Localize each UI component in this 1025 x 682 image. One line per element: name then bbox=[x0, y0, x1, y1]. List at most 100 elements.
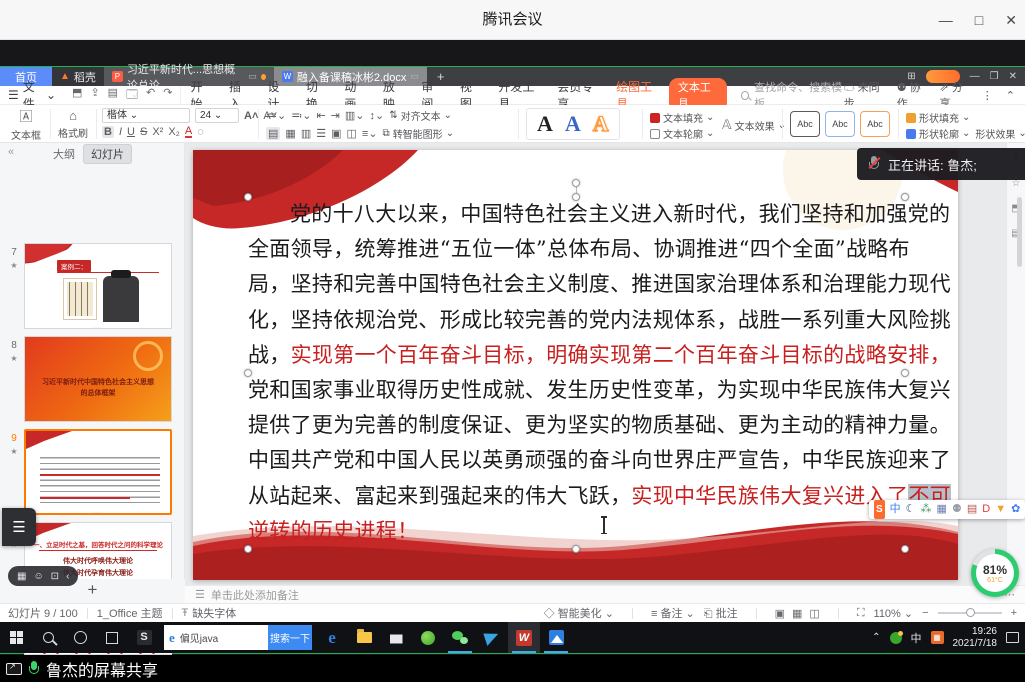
underline-button[interactable]: U bbox=[127, 126, 135, 138]
maximize-icon[interactable]: □ bbox=[975, 12, 983, 28]
ime-skin-icon[interactable]: ▼ bbox=[995, 500, 1006, 519]
pinned-app-button[interactable]: S bbox=[128, 622, 160, 653]
slide-thumbnail-9-current[interactable] bbox=[24, 429, 172, 515]
zoom-level[interactable]: 110% ⌄ bbox=[874, 607, 914, 620]
zoom-out-icon[interactable]: − bbox=[922, 607, 928, 619]
font-color-button[interactable]: A bbox=[185, 126, 192, 138]
wordart-style-black[interactable]: A bbox=[537, 111, 553, 137]
taskbar-clock[interactable]: 19:26 2021/7/18 bbox=[953, 626, 998, 650]
text-fill-button[interactable]: 文本填充 ⌄ bbox=[650, 110, 714, 125]
italic-button[interactable]: I bbox=[119, 126, 122, 138]
beautify-button[interactable]: ◇ 智能美化 ⌄ bbox=[544, 605, 614, 621]
undo-icon[interactable]: ↶ bbox=[146, 86, 155, 105]
shape-style-2[interactable]: Abc bbox=[825, 111, 855, 137]
align-right-icon[interactable]: ▥ bbox=[301, 127, 311, 140]
resize-handle-bm[interactable] bbox=[572, 545, 580, 553]
slide-text-body[interactable]: 党的十八大以来，中国特色社会主义进入新时代，我们坚持和加强党的全面领导，统筹推进… bbox=[248, 197, 906, 549]
redo-icon[interactable]: ↷ bbox=[163, 86, 172, 105]
zoom-in-icon[interactable]: + bbox=[1011, 607, 1017, 619]
increase-font-icon[interactable]: A˄ bbox=[244, 110, 258, 122]
taskbar-search-button[interactable] bbox=[32, 622, 64, 653]
resize-handle-tm[interactable] bbox=[572, 193, 580, 201]
ime-user-icon[interactable]: ⚉ bbox=[952, 500, 962, 519]
strikethrough-button[interactable]: S bbox=[140, 126, 147, 138]
slide-thumbnail-7[interactable]: 案例二： bbox=[24, 243, 172, 329]
ime-d-icon[interactable]: D bbox=[982, 500, 990, 519]
monitor-icon[interactable]: ⊡ bbox=[51, 571, 59, 582]
resize-handle-br[interactable] bbox=[901, 545, 909, 553]
tab-slides[interactable]: 幻灯片 bbox=[83, 144, 132, 164]
subscript-button[interactable]: X₂ bbox=[168, 126, 180, 138]
notes-toggle[interactable]: ≡ 备注 ⌄ bbox=[651, 605, 695, 621]
resize-handle-bl[interactable] bbox=[244, 545, 252, 553]
normal-view-icon[interactable]: ▣ bbox=[775, 607, 785, 620]
justify-icon[interactable]: ☰ bbox=[316, 127, 326, 140]
align-text-button[interactable]: ⇅对齐文本 ⌄ bbox=[389, 108, 452, 123]
ime-settings-icon[interactable]: ✿ bbox=[1011, 500, 1020, 519]
smart-graphic-button[interactable]: ⧉转智能图形 ⌄ bbox=[383, 126, 455, 141]
shape-fill-button[interactable]: 形状填充 ⌄ bbox=[906, 110, 970, 125]
shape-effect-button[interactable]: 形状效果 ⌄ bbox=[975, 126, 1025, 141]
zoom-slider-knob[interactable] bbox=[966, 608, 975, 617]
columns-icon[interactable]: ◫ bbox=[347, 127, 357, 140]
decrease-indent-icon[interactable]: ⇤ bbox=[316, 109, 325, 122]
bold-button[interactable]: B bbox=[102, 126, 114, 138]
textbox-group[interactable]: 🄰文本框 bbox=[4, 105, 48, 143]
bullet-list-icon[interactable]: ≔⌄ bbox=[266, 109, 286, 122]
security-app-button[interactable] bbox=[412, 622, 444, 653]
tray-app-icon[interactable]: ▦ bbox=[931, 631, 944, 644]
text-direction-icon[interactable]: ▥⌄ bbox=[345, 109, 365, 122]
blue-app-button[interactable] bbox=[540, 622, 572, 653]
print-icon[interactable]: ▤ bbox=[108, 86, 118, 105]
start-button[interactable] bbox=[0, 622, 32, 653]
line-spacing-icon[interactable]: ≡⌄ bbox=[362, 127, 378, 140]
wechat-button[interactable] bbox=[444, 622, 476, 653]
fit-slide-icon[interactable]: ⛶ bbox=[857, 607, 865, 620]
task-view-button[interactable] bbox=[96, 622, 128, 653]
ime-logo-icon[interactable]: S bbox=[874, 500, 885, 519]
wps-taskbar-button[interactable]: W bbox=[508, 622, 540, 653]
theme-name[interactable]: 1_Office 主题 bbox=[97, 605, 163, 621]
meeting-float-toolbar[interactable]: ▦ ☺ ⊡ ‹ bbox=[8, 566, 78, 586]
tray-security-icon[interactable] bbox=[890, 632, 902, 644]
ime-toolbar[interactable]: S中☾⁂▦⚉▤D▼✿ bbox=[869, 500, 1025, 519]
shape-outline-button[interactable]: 形状轮廓 ⌄ bbox=[906, 126, 970, 141]
wordart-style-orange[interactable]: A bbox=[593, 111, 609, 137]
collapse-ribbon-icon[interactable]: ⌃ bbox=[1006, 89, 1015, 102]
close-icon[interactable]: ✕ bbox=[1005, 12, 1017, 29]
notes-bar[interactable]: ☰ 单击此处添加备注 ⋯ bbox=[185, 585, 1025, 603]
export-icon[interactable]: ⇪ bbox=[90, 86, 99, 105]
format-painter-group[interactable]: ⌂格式刷 bbox=[52, 105, 94, 143]
slide-thumbnail-8[interactable]: 习近平新时代中国特色社会主义思想的总体框架 bbox=[24, 336, 172, 422]
reading-view-icon[interactable]: ◫ bbox=[809, 607, 819, 620]
paragraph-spacing-icon[interactable]: ↕⌄ bbox=[370, 109, 385, 122]
more-icon[interactable]: ⋮ bbox=[982, 89, 993, 102]
comments-toggle[interactable]: ⎗ 批注 bbox=[704, 605, 738, 621]
messenger-button[interactable] bbox=[476, 622, 508, 653]
camera-icon[interactable]: ▦ bbox=[17, 571, 26, 582]
wordart-style-blue[interactable]: A bbox=[565, 111, 581, 137]
increase-indent-icon[interactable]: ⇥ bbox=[331, 109, 340, 122]
font-name-select[interactable]: 楷体 ⌄ bbox=[102, 108, 190, 123]
collapse-left-icon[interactable]: ‹ bbox=[66, 571, 69, 582]
font-size-select[interactable]: 24 ⌄ bbox=[195, 108, 239, 123]
save-icon[interactable]: ⬒ bbox=[72, 86, 82, 105]
ime-indicator[interactable]: 中 bbox=[911, 630, 922, 646]
performance-gauge[interactable]: 81% 61°C bbox=[971, 549, 1019, 597]
missing-font-label[interactable]: 缺失字体 bbox=[192, 605, 236, 621]
align-center-icon[interactable]: ▦ bbox=[285, 127, 295, 140]
shape-style-3[interactable]: Abc bbox=[860, 111, 890, 137]
distribute-icon[interactable]: ▣ bbox=[331, 127, 341, 140]
shape-style-1[interactable]: Abc bbox=[790, 111, 820, 137]
current-slide[interactable]: 党的十八大以来，中国特色社会主义进入新时代，我们坚持和加强党的全面领导，统筹推进… bbox=[193, 150, 958, 580]
numbered-list-icon[interactable]: ≕⌄ bbox=[291, 109, 311, 122]
resize-handle-ml[interactable] bbox=[244, 369, 252, 377]
ime-keyboard-icon[interactable]: ▦ bbox=[937, 500, 947, 519]
text-outline-button[interactable]: 文本轮廓 ⌄ bbox=[650, 126, 714, 141]
clear-format-icon[interactable]: ◌ bbox=[197, 126, 204, 138]
sorter-view-icon[interactable]: ▦ bbox=[792, 607, 802, 620]
file-explorer-button[interactable] bbox=[348, 622, 380, 653]
vertical-scrollbar[interactable] bbox=[1017, 197, 1022, 267]
ime-paw-icon[interactable]: ⁂ bbox=[921, 500, 932, 519]
cortana-button[interactable] bbox=[64, 622, 96, 653]
